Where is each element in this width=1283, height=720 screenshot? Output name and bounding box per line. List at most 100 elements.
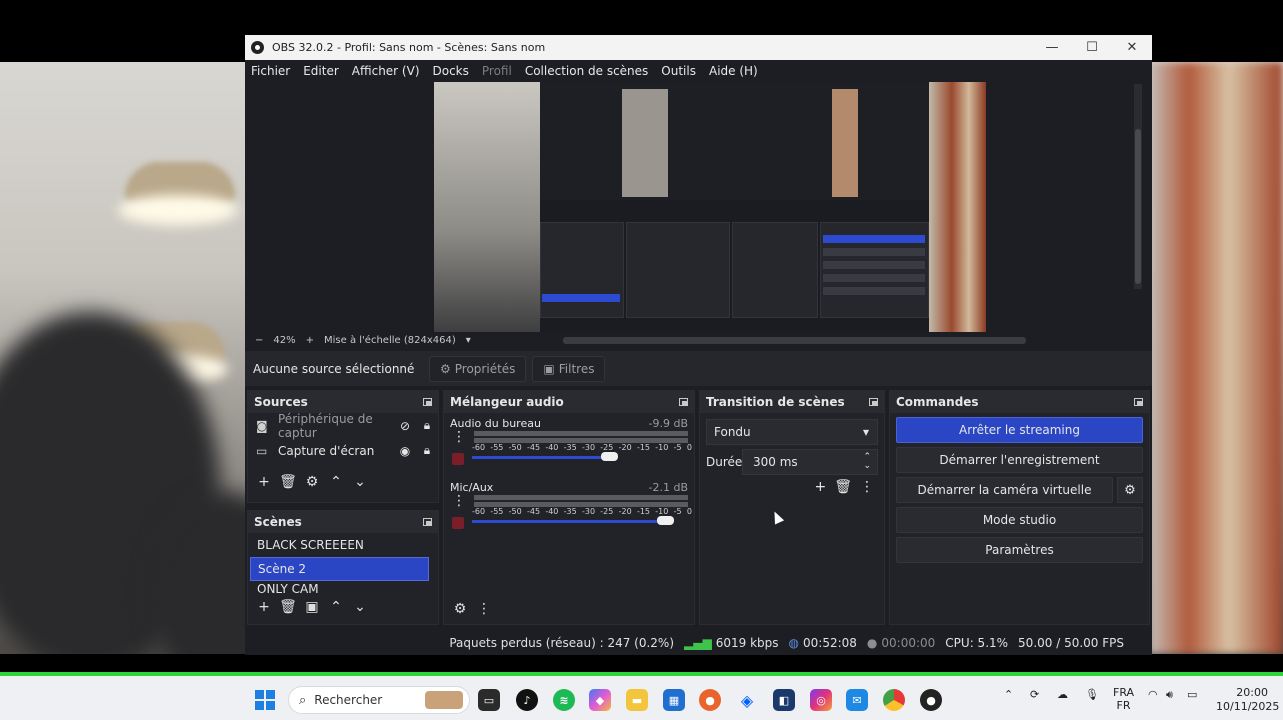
kebab-menu-icon[interactable]: ⋮ (452, 493, 466, 509)
start-recording-button[interactable]: Démarrer l'enregistrement (896, 447, 1143, 473)
kebab-menu-icon[interactable]: ⋮ (452, 429, 466, 445)
outlook-icon[interactable]: ✉ (846, 689, 868, 711)
trash-icon[interactable]: 🗑︎ (278, 474, 298, 490)
chevron-up-icon[interactable]: ⌃ (1004, 688, 1013, 701)
volume-slider[interactable] (472, 456, 609, 459)
stop-streaming-button[interactable]: Arrêter le streaming (896, 417, 1143, 443)
app-icon[interactable]: ◧ (773, 689, 795, 711)
menu-profile[interactable]: Profil (482, 64, 512, 78)
cloud-icon[interactable]: ☁ (1057, 688, 1068, 701)
add-icon[interactable]: + (254, 474, 274, 490)
copilot-icon[interactable]: ◆ (589, 689, 611, 711)
volume-slider-handle[interactable] (601, 452, 618, 461)
scenes-toolbar: + 🗑︎ ▣ ⌃ ⌄ (248, 596, 438, 618)
transitions-title: Transition de scènes (706, 395, 845, 409)
volume-slider[interactable] (472, 520, 665, 523)
firefox-icon[interactable]: ● (699, 689, 721, 711)
add-icon[interactable]: + (254, 599, 274, 615)
minimize-button[interactable]: — (1032, 40, 1072, 55)
zoom-in-button[interactable]: + (306, 335, 314, 346)
controls-title: Commandes (896, 395, 979, 409)
menu-scene-collection[interactable]: Collection de scènes (525, 64, 648, 78)
preview-horizontal-scrollbar[interactable] (563, 337, 1026, 344)
taskbar-search[interactable]: ⌕ Rechercher (288, 686, 470, 714)
settings-button[interactable]: Paramètres (896, 537, 1143, 563)
properties-button[interactable]: ⚙ Propriétés (429, 355, 527, 382)
scene-item-selected[interactable]: Scène 2 (250, 557, 429, 581)
mute-icon[interactable] (452, 517, 464, 529)
undock-icon[interactable] (423, 518, 432, 526)
chevron-up-icon[interactable]: ⌃ (326, 474, 346, 490)
chevron-down-icon[interactable]: ⌄ (350, 599, 370, 615)
transition-select[interactable]: Fondu ▾ (706, 419, 878, 445)
zoom-level: 42% (273, 335, 296, 346)
instagram-icon[interactable]: ◎ (810, 689, 832, 711)
lock-icon[interactable]: 🔒︎ (416, 418, 438, 433)
mute-icon[interactable] (452, 453, 464, 465)
maximize-button[interactable]: ☐ (1072, 40, 1112, 55)
add-icon[interactable]: + (814, 479, 826, 495)
wifi-icon[interactable]: ◠ (1148, 688, 1158, 701)
gear-icon[interactable]: ⚙ (302, 474, 322, 490)
kebab-menu-icon[interactable]: ⋮ (474, 601, 494, 617)
eye-hidden-icon[interactable]: ⊘ (394, 419, 416, 433)
volume-icon[interactable]: 🔊︎ (1166, 688, 1173, 702)
menu-help[interactable]: Aide (H) (709, 64, 758, 78)
chrome-icon[interactable] (883, 689, 905, 711)
preview-vertical-scrollbar[interactable] (1134, 84, 1142, 289)
preview-zoom-bar: − 42% + Mise à l'échelle (824x464) ▾ (245, 332, 1152, 349)
chevron-down-icon[interactable]: ▾ (466, 335, 471, 346)
context-bar: Aucune source sélectionné ⚙ Propriétés ▣… (245, 351, 1152, 386)
zoom-out-button[interactable]: − (255, 335, 263, 346)
obs-taskbar-icon[interactable]: ● (920, 689, 942, 711)
menu-edit[interactable]: Editer (303, 64, 339, 78)
gear-icon[interactable]: ⚙ (1117, 477, 1143, 503)
menu-tools[interactable]: Outils (661, 64, 696, 78)
start-virtual-camera-button[interactable]: Démarrer la caméra virtuelle (896, 477, 1113, 503)
preview-canvas[interactable] (434, 82, 986, 332)
chevron-down-icon[interactable]: ⌄ (350, 474, 370, 490)
clock-time: 20:00 (1236, 686, 1268, 699)
channel-db: -2.1 dB (648, 481, 689, 494)
tiktok-icon[interactable]: ♪ (516, 689, 538, 711)
chevron-up-icon[interactable]: ⌃ (326, 599, 346, 615)
spin-arrows-icon[interactable]: ⌃ ⌄ (863, 453, 871, 471)
file-explorer-icon[interactable]: ▬ (626, 689, 648, 711)
advanced-audio-icon[interactable]: ⚙ (450, 601, 470, 617)
undock-icon[interactable] (869, 398, 878, 406)
undock-icon[interactable] (679, 398, 688, 406)
lock-icon[interactable]: 🔒︎ (416, 443, 438, 458)
dropbox-icon[interactable]: ◈ (736, 689, 758, 711)
scale-mode-select[interactable]: Mise à l'échelle (824x464) (324, 335, 456, 346)
record-icon: ● (866, 635, 878, 650)
windows-start-icon[interactable] (255, 690, 275, 710)
clock[interactable]: 20:00 10/11/2025 (1216, 686, 1279, 714)
duration-spinbox[interactable]: 300 ms ⌃ ⌄ (742, 449, 878, 475)
sync-icon[interactable]: ⟳ (1030, 688, 1039, 701)
volume-slider-handle[interactable] (657, 516, 674, 525)
task-view-icon[interactable]: ▭ (478, 689, 500, 711)
studio-mode-button[interactable]: Mode studio (896, 507, 1143, 533)
preview-area[interactable] (245, 82, 1152, 332)
eye-icon[interactable]: ◉ (394, 444, 416, 458)
menu-view[interactable]: Afficher (V) (352, 64, 420, 78)
close-button[interactable]: ✕ (1112, 40, 1152, 55)
battery-icon[interactable]: ▭ (1187, 688, 1197, 701)
spotify-icon[interactable]: ≋ (553, 689, 575, 711)
menu-file[interactable]: Fichier (251, 64, 290, 78)
undock-icon[interactable] (423, 398, 432, 406)
microsoft-store-icon[interactable]: ▦ (663, 689, 685, 711)
source-item[interactable]: ▭ Capture d'écran ◉ 🔒︎ (248, 438, 438, 463)
undock-icon[interactable] (1134, 398, 1143, 406)
language-indicator[interactable]: FRA FR (1113, 686, 1134, 712)
filter-icon[interactable]: ▣ (302, 599, 322, 615)
trash-icon[interactable]: 🗑︎ (834, 479, 852, 495)
source-item[interactable]: ◙ Périphérique de captur ⊘ 🔒︎ (248, 412, 438, 440)
scene-item[interactable]: ONLY CAM (250, 581, 429, 595)
filters-button[interactable]: ▣ Filtres (532, 355, 606, 382)
microphone-icon[interactable]: 🎙︎ (1085, 688, 1099, 701)
trash-icon[interactable]: 🗑︎ (278, 599, 298, 615)
kebab-menu-icon[interactable]: ⋮ (860, 479, 874, 495)
scene-item[interactable]: BLACK SCREEEEN (250, 533, 429, 557)
menu-docks[interactable]: Docks (433, 64, 469, 78)
